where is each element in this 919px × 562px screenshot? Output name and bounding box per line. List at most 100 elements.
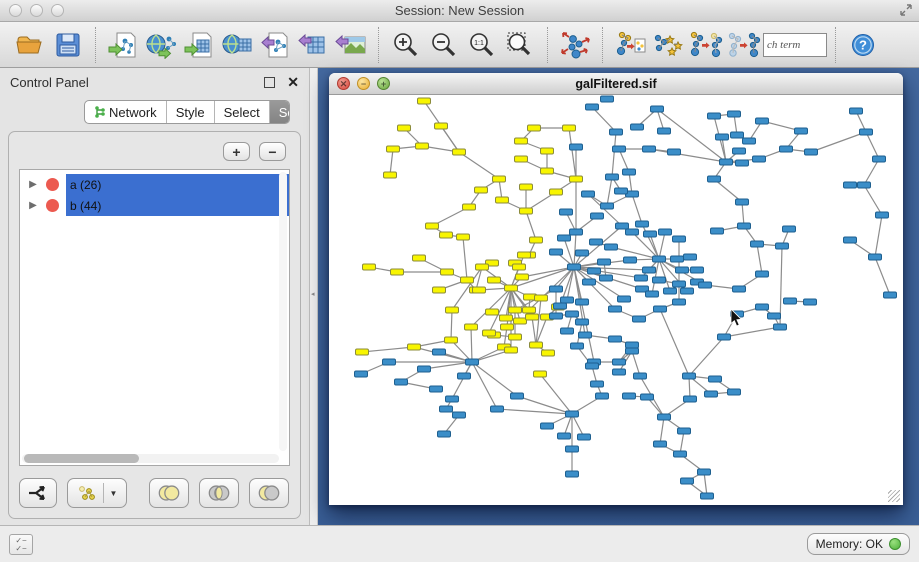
graph-node[interactable] xyxy=(784,298,797,304)
graph-node[interactable] xyxy=(716,134,729,140)
graph-node[interactable] xyxy=(441,269,454,275)
resize-grip[interactable] xyxy=(888,490,900,502)
graph-node[interactable] xyxy=(783,226,796,232)
graph-node[interactable] xyxy=(884,292,897,298)
graph-node[interactable] xyxy=(418,366,431,372)
search-input[interactable] xyxy=(763,33,827,57)
graph-node[interactable] xyxy=(576,319,589,325)
close-panel-icon[interactable]: ✕ xyxy=(287,77,299,88)
remove-set-button[interactable]: − xyxy=(259,142,286,161)
graph-node[interactable] xyxy=(461,277,474,283)
graph-node[interactable] xyxy=(505,347,518,353)
graph-node[interactable] xyxy=(635,275,648,281)
graph-node[interactable] xyxy=(869,254,882,260)
graph-node[interactable] xyxy=(473,287,486,293)
graph-node[interactable] xyxy=(623,393,636,399)
graph-node[interactable] xyxy=(609,336,622,342)
graph-node[interactable] xyxy=(426,223,439,229)
graph-node[interactable] xyxy=(673,236,686,242)
graph-node[interactable] xyxy=(691,267,704,273)
graph-node[interactable] xyxy=(676,267,689,273)
graph-node[interactable] xyxy=(542,350,555,356)
graph-node[interactable] xyxy=(505,285,518,291)
graph-node[interactable] xyxy=(387,146,400,152)
graph-node[interactable] xyxy=(653,277,666,283)
vertical-scrollbar[interactable] xyxy=(279,172,287,451)
task-history-button[interactable]: ✓−✓− xyxy=(9,534,33,555)
graph-node[interactable] xyxy=(701,493,714,499)
graph-node[interactable] xyxy=(457,234,470,240)
graph-node[interactable] xyxy=(591,213,604,219)
graph-node[interactable] xyxy=(518,252,531,258)
list-item[interactable]: ▶ b (44) xyxy=(20,195,289,216)
graph-node[interactable] xyxy=(523,307,536,313)
zoom-actual-button[interactable]: 1:1 xyxy=(463,26,501,64)
graph-node[interactable] xyxy=(509,307,522,313)
graph-node[interactable] xyxy=(641,394,654,400)
select-first-neighbors-button[interactable] xyxy=(649,26,687,64)
graph-node[interactable] xyxy=(709,376,722,382)
graph-node[interactable] xyxy=(530,342,543,348)
graph-node[interactable] xyxy=(654,441,667,447)
export-table-button[interactable] xyxy=(294,26,332,64)
graph-node[interactable] xyxy=(609,306,622,312)
graph-node[interactable] xyxy=(616,223,629,229)
export-network-button[interactable] xyxy=(256,26,294,64)
expand-triangle-icon[interactable]: ▶ xyxy=(20,179,46,190)
graph-node[interactable] xyxy=(511,393,524,399)
graph-node[interactable] xyxy=(681,288,694,294)
graph-node[interactable] xyxy=(561,297,574,303)
graph-node[interactable] xyxy=(601,96,614,102)
graph-node[interactable] xyxy=(433,349,446,355)
add-set-button[interactable]: + xyxy=(223,142,250,161)
graph-node[interactable] xyxy=(440,232,453,238)
graph-node[interactable] xyxy=(486,309,499,315)
split-set-button[interactable] xyxy=(19,478,57,508)
graph-node[interactable] xyxy=(626,342,639,348)
graph-node[interactable] xyxy=(774,324,787,330)
graph-node[interactable] xyxy=(673,281,686,287)
graph-node[interactable] xyxy=(681,478,694,484)
graph-node[interactable] xyxy=(873,156,886,162)
graph-node[interactable] xyxy=(736,199,749,205)
graph-node[interactable] xyxy=(398,125,411,131)
graph-node[interactable] xyxy=(598,259,611,265)
graph-node[interactable] xyxy=(805,149,818,155)
graph-node[interactable] xyxy=(631,124,644,130)
graph-node[interactable] xyxy=(445,337,458,343)
graph-node[interactable] xyxy=(586,104,599,110)
graph-node[interactable] xyxy=(733,148,746,154)
graph-node[interactable] xyxy=(601,203,614,209)
graph-node[interactable] xyxy=(844,237,857,243)
import-table-url-button[interactable] xyxy=(218,26,256,64)
graph-node[interactable] xyxy=(644,231,657,237)
graph-node[interactable] xyxy=(558,433,571,439)
graph-node[interactable] xyxy=(566,311,579,317)
graph-node[interactable] xyxy=(466,359,479,365)
graph-node[interactable] xyxy=(566,471,579,477)
show-all-button[interactable] xyxy=(725,26,763,64)
graph-node[interactable] xyxy=(668,149,681,155)
graph-node[interactable] xyxy=(626,348,639,354)
panel-splitter[interactable]: ◂ xyxy=(310,68,318,525)
graph-node[interactable] xyxy=(453,149,466,155)
graph-node[interactable] xyxy=(596,393,609,399)
graph-node[interactable] xyxy=(728,389,741,395)
graph-node[interactable] xyxy=(550,313,563,319)
export-image-button[interactable] xyxy=(332,26,370,64)
graph-node[interactable] xyxy=(633,316,646,322)
graph-node[interactable] xyxy=(743,138,756,144)
graph-node[interactable] xyxy=(728,111,741,117)
graph-node[interactable] xyxy=(566,446,579,452)
horizontal-scrollbar[interactable] xyxy=(22,454,279,463)
graph-node[interactable] xyxy=(570,229,583,235)
graph-node[interactable] xyxy=(520,208,533,214)
graph-node[interactable] xyxy=(568,264,581,270)
graph-node[interactable] xyxy=(530,237,543,243)
graph-node[interactable] xyxy=(590,239,603,245)
float-panel-icon[interactable] xyxy=(264,77,275,88)
app-titlebar[interactable]: Session: New Session xyxy=(0,0,919,22)
create-set-dropdown-button[interactable]: ▼ xyxy=(67,478,127,508)
graph-node[interactable] xyxy=(528,125,541,131)
graph-node[interactable] xyxy=(571,343,584,349)
